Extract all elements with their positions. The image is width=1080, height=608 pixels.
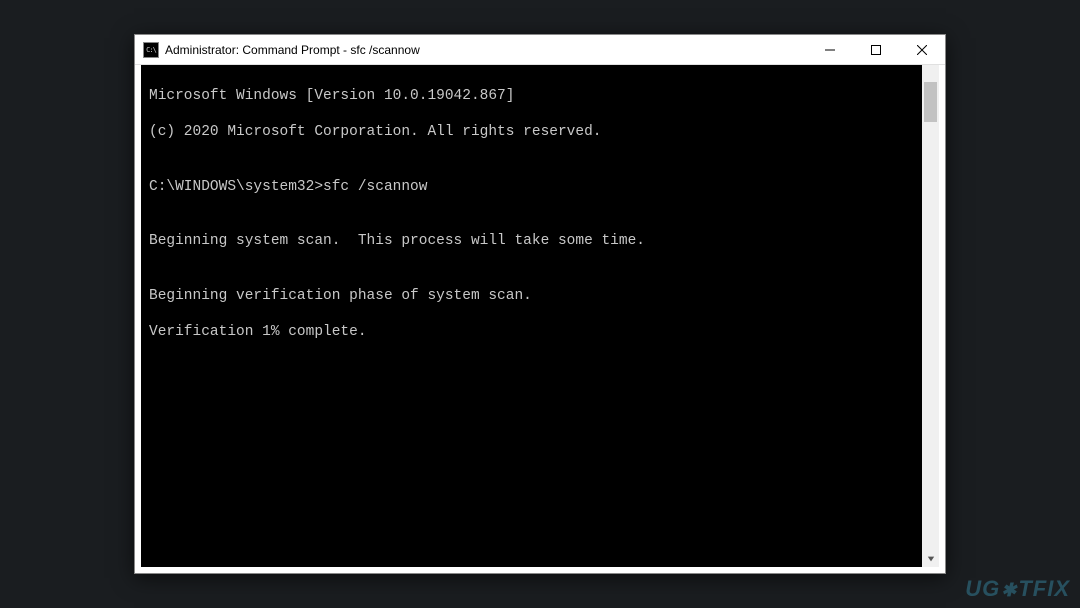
maximize-button[interactable] <box>853 35 899 64</box>
terminal-line: Beginning system scan. This process will… <box>149 232 931 250</box>
terminal-line: C:\WINDOWS\system32>sfc /scannow <box>149 178 931 196</box>
cmd-icon: C:\ <box>143 42 159 58</box>
watermark-logo: UG✱TFIX <box>965 576 1070 602</box>
terminal-line: Verification 1% complete. <box>149 323 931 341</box>
terminal-line: Microsoft Windows [Version 10.0.19042.86… <box>149 87 931 105</box>
window-controls <box>807 35 945 64</box>
titlebar[interactable]: C:\ Administrator: Command Prompt - sfc … <box>135 35 945 65</box>
terminal-line: (c) 2020 Microsoft Corporation. All righ… <box>149 123 931 141</box>
minimize-button[interactable] <box>807 35 853 64</box>
window-title: Administrator: Command Prompt - sfc /sca… <box>165 43 807 57</box>
gear-icon: ✱ <box>1001 580 1017 601</box>
scrollbar[interactable] <box>922 65 939 567</box>
close-button[interactable] <box>899 35 945 64</box>
terminal-line: Beginning verification phase of system s… <box>149 287 931 305</box>
scrollbar-thumb[interactable] <box>924 82 937 122</box>
command-prompt-window: C:\ Administrator: Command Prompt - sfc … <box>134 34 946 574</box>
scrollbar-down-arrow-icon[interactable] <box>922 550 939 567</box>
terminal-output[interactable]: Microsoft Windows [Version 10.0.19042.86… <box>141 65 939 567</box>
